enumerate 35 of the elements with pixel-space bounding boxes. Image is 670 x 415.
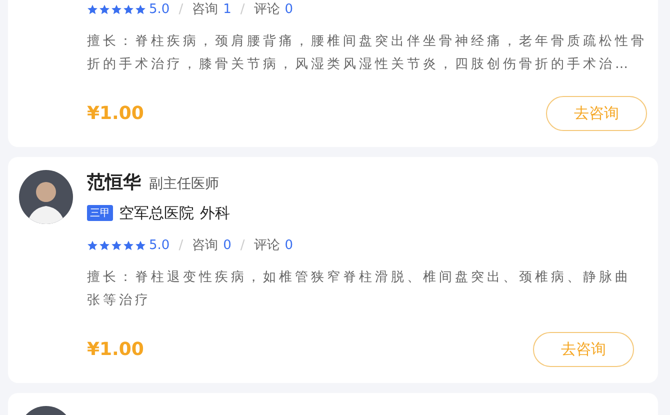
star-icon: [87, 240, 98, 250]
rating-value: 5.0: [149, 2, 170, 16]
star-icon: [123, 240, 134, 250]
rating-value: 5.0: [149, 238, 170, 252]
star-icon: [99, 4, 110, 14]
separator-mark: /: [178, 2, 184, 16]
consult-count: 1: [223, 2, 232, 16]
price-text: ¥1.00: [87, 103, 144, 124]
separator-mark: /: [178, 238, 184, 252]
star-icon: [123, 4, 134, 14]
star-icon: [99, 240, 110, 250]
consult-label: 咨询: [192, 1, 218, 18]
consult-label: 咨询: [192, 237, 218, 254]
review-label: 评论: [254, 1, 280, 18]
consult-count: 0: [223, 238, 232, 252]
review-count: 0: [284, 2, 294, 16]
star-icon: [87, 4, 98, 14]
consult-button[interactable]: 去咨询: [533, 332, 634, 367]
doctor-name: 范恒华: [87, 171, 141, 194]
specialty-text: 擅长：脊柱退变性疾病，如椎管狭窄脊柱滑脱、椎间盘突出、颈椎病、静脉曲张等治疗: [87, 269, 632, 310]
star-icon: [111, 4, 122, 14]
review-label: 评论: [254, 237, 280, 254]
review-count: 0: [284, 238, 294, 252]
price-text: ¥1.00: [87, 339, 144, 360]
separator-mark: /: [240, 238, 245, 252]
consult-button[interactable]: 去咨询: [546, 96, 647, 131]
star-icon: [135, 4, 146, 14]
separator-mark: /: [240, 2, 245, 16]
star-icon: [111, 240, 122, 250]
specialty-text: 擅长：脊柱疾病，颈肩腰背痛，腰椎间盘突出伴坐骨神经痛，老年骨质疏松性骨折的手术治疗，膝骨关节病，风湿类风湿性关节炎，四肢创伤骨折的手术治…: [87, 33, 648, 74]
hospital-level-badge: 三甲: [87, 205, 113, 221]
doctor-title: 副主任医师: [149, 175, 219, 193]
hospital-name: 空军总医院: [119, 204, 194, 222]
star-icon: [135, 240, 146, 250]
department-name: 外科: [200, 204, 230, 222]
